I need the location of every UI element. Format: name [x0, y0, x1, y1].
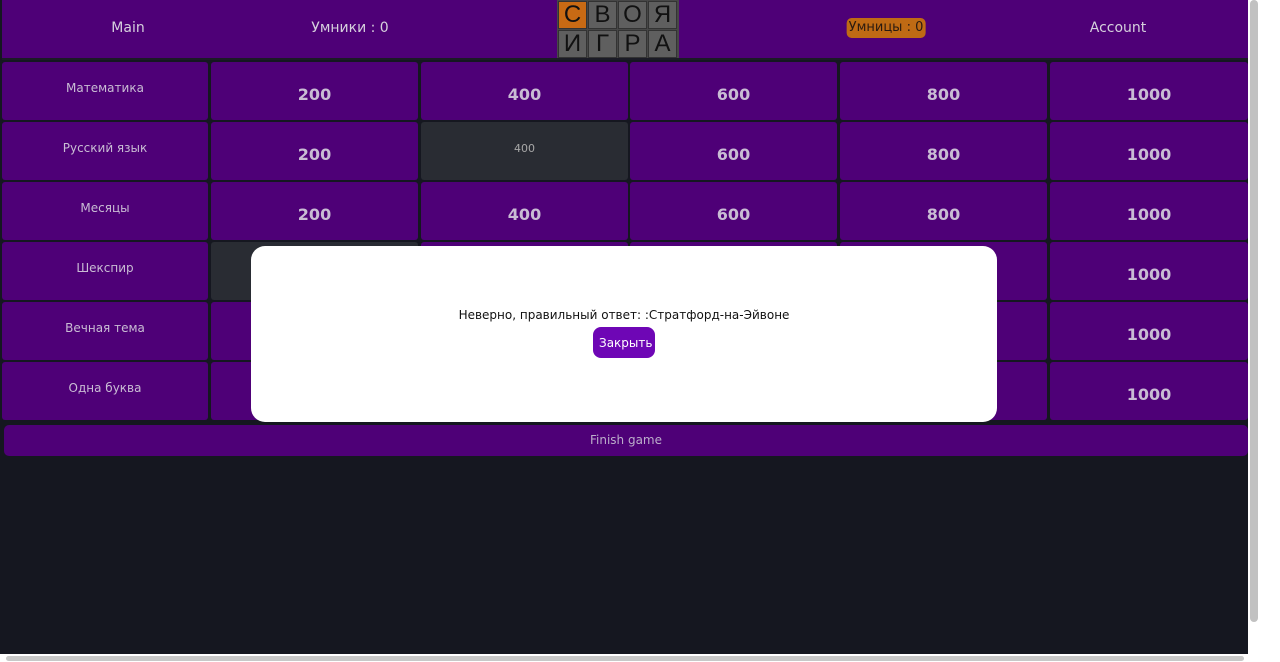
finish-game-button[interactable]: Finish game: [4, 425, 1248, 456]
question-cell[interactable]: 1000: [1050, 62, 1248, 120]
account-link[interactable]: Account: [1090, 0, 1147, 56]
answer-modal: Неверно, правильный ответ: :Стратфорд-на…: [251, 246, 997, 422]
close-button[interactable]: Закрыть: [593, 327, 655, 358]
logo: С В О Я И Г Р А: [557, 0, 679, 58]
question-cell[interactable]: 1000: [1050, 362, 1248, 420]
board-row: Математика 200 400 600 800 1000: [0, 62, 1248, 120]
vertical-scroll-thumb[interactable]: [1250, 0, 1258, 622]
logo-letter: С: [558, 1, 587, 29]
team-girls-score: Умницы : 0: [846, 18, 926, 38]
question-cell[interactable]: 1000: [1050, 122, 1248, 180]
logo-letter: Г: [588, 30, 617, 58]
question-cell[interactable]: 800: [840, 62, 1047, 120]
question-cell[interactable]: 800: [840, 182, 1047, 240]
logo-letter: Р: [618, 30, 647, 58]
category-cell: Месяцы: [2, 182, 208, 240]
question-cell[interactable]: 600: [630, 62, 837, 120]
category-cell: Математика: [2, 62, 208, 120]
question-cell[interactable]: 1000: [1050, 182, 1248, 240]
category-cell: Одна буква: [2, 362, 208, 420]
category-cell: Шекспир: [2, 242, 208, 300]
top-nav: Main Умники : 0 С В О Я И Г Р А Умницы :…: [2, 0, 1248, 60]
question-cell[interactable]: 1000: [1050, 302, 1248, 360]
logo-letter: О: [618, 1, 647, 29]
board-row: Месяцы 200 400 600 800 1000: [0, 182, 1248, 240]
logo-letter: В: [588, 1, 617, 29]
logo-letter: Я: [648, 1, 677, 29]
logo-letter: А: [648, 30, 677, 58]
horizontal-scrollbar[interactable]: [0, 654, 1260, 662]
horizontal-scroll-thumb[interactable]: [6, 656, 1244, 661]
question-cell[interactable]: 400: [421, 182, 628, 240]
used-question-cell: 400: [421, 122, 628, 180]
page-margin: [1260, 0, 1280, 662]
vertical-scrollbar[interactable]: [1248, 0, 1260, 662]
question-cell[interactable]: 200: [211, 62, 418, 120]
question-cell[interactable]: 800: [840, 122, 1047, 180]
team-boys-score: Умники : 0: [311, 20, 389, 36]
board-row: Русский язык 200 400 600 800 1000: [0, 122, 1248, 180]
game-app: Main Умники : 0 С В О Я И Г Р А Умницы :…: [0, 0, 1248, 662]
question-cell[interactable]: 200: [211, 182, 418, 240]
question-cell[interactable]: 1000: [1050, 242, 1248, 300]
category-cell: Вечная тема: [2, 302, 208, 360]
modal-message: Неверно, правильный ответ: :Стратфорд-на…: [458, 308, 790, 322]
main-link[interactable]: Main: [111, 0, 144, 56]
category-cell: Русский язык: [2, 122, 208, 180]
question-cell[interactable]: 600: [630, 122, 837, 180]
question-cell[interactable]: 600: [630, 182, 837, 240]
question-cell[interactable]: 400: [421, 62, 628, 120]
logo-letter: И: [558, 30, 587, 58]
question-cell[interactable]: 200: [211, 122, 418, 180]
